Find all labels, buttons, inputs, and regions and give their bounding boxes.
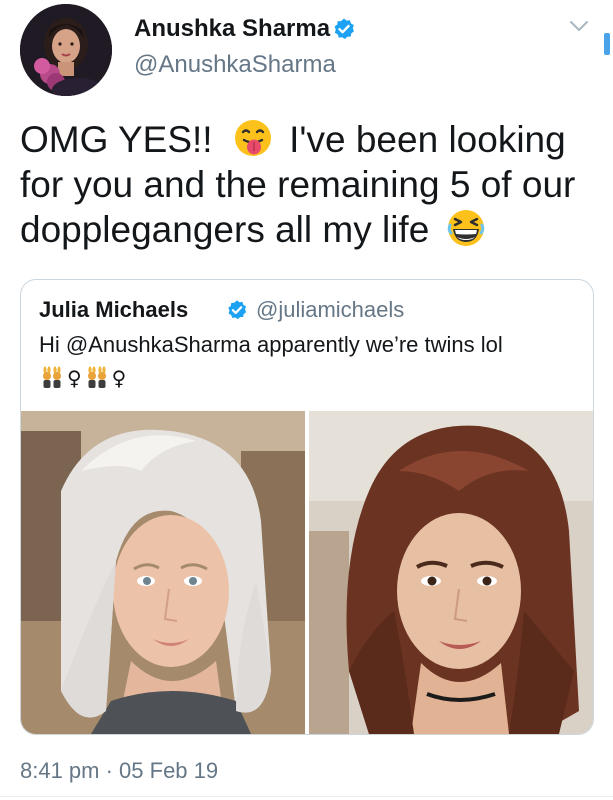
- female-sign: ♀: [111, 366, 127, 390]
- quoted-emoji-row: ♀ ♀: [39, 365, 128, 391]
- avatar-photo: [20, 4, 112, 96]
- tweet-text-line-3: dopplegangers all my life: [20, 207, 600, 252]
- divider: [0, 796, 613, 797]
- quoted-tweet-card[interactable]: Julia Michaels @juliamichaels Hi @Anushk…: [20, 279, 594, 735]
- tweet-detail-view: Anushka Sharma @AnushkaSharma OMG YES!! …: [0, 0, 613, 800]
- brunette-woman-selfie-photo[interactable]: [309, 411, 593, 734]
- female-sign: ♀: [67, 366, 82, 390]
- quoted-author-handle: @juliamichaels: [256, 297, 405, 322]
- photo-image: [309, 411, 593, 734]
- tweet-text-segment: OMG YES!!: [20, 119, 213, 160]
- tweet-text-segment: dopplegangers all my life: [20, 209, 430, 250]
- women-with-bunny-ears-icon: [87, 366, 106, 388]
- photo-image: [21, 411, 305, 734]
- avatar[interactable]: [20, 4, 112, 96]
- tweet-text: OMG YES!! I've been looking for you and …: [20, 117, 600, 252]
- tweet-text-line-1: OMG YES!! I've been looking: [20, 117, 600, 162]
- verified-badge-icon: [228, 300, 247, 320]
- chevron-down-icon[interactable]: [568, 18, 590, 34]
- tweet-text-line-2: for you and the remaining 5 of our: [20, 164, 576, 205]
- author-handle[interactable]: @AnushkaSharma: [134, 50, 336, 80]
- tweet-text-segment: I've been looking: [289, 119, 566, 160]
- blonde-woman-selfie-photo[interactable]: [21, 411, 305, 734]
- scroll-indicator: [604, 33, 610, 55]
- women-with-bunny-ears-icon: [43, 366, 61, 388]
- verified-badge-icon: [334, 18, 354, 39]
- quoted-author-display-name: Julia Michaels: [39, 297, 189, 322]
- grinning-squinting-face-emoji-icon: [447, 210, 484, 246]
- tweet-timestamp[interactable]: 8:41 pm · 05 Feb 19: [20, 757, 218, 785]
- quoted-tweet-text: Hi @AnushkaSharma apparently we’re twins…: [39, 332, 503, 357]
- author-display-name[interactable]: Anushka Sharma: [134, 14, 330, 44]
- face-with-tongue-emoji-icon: [234, 120, 271, 156]
